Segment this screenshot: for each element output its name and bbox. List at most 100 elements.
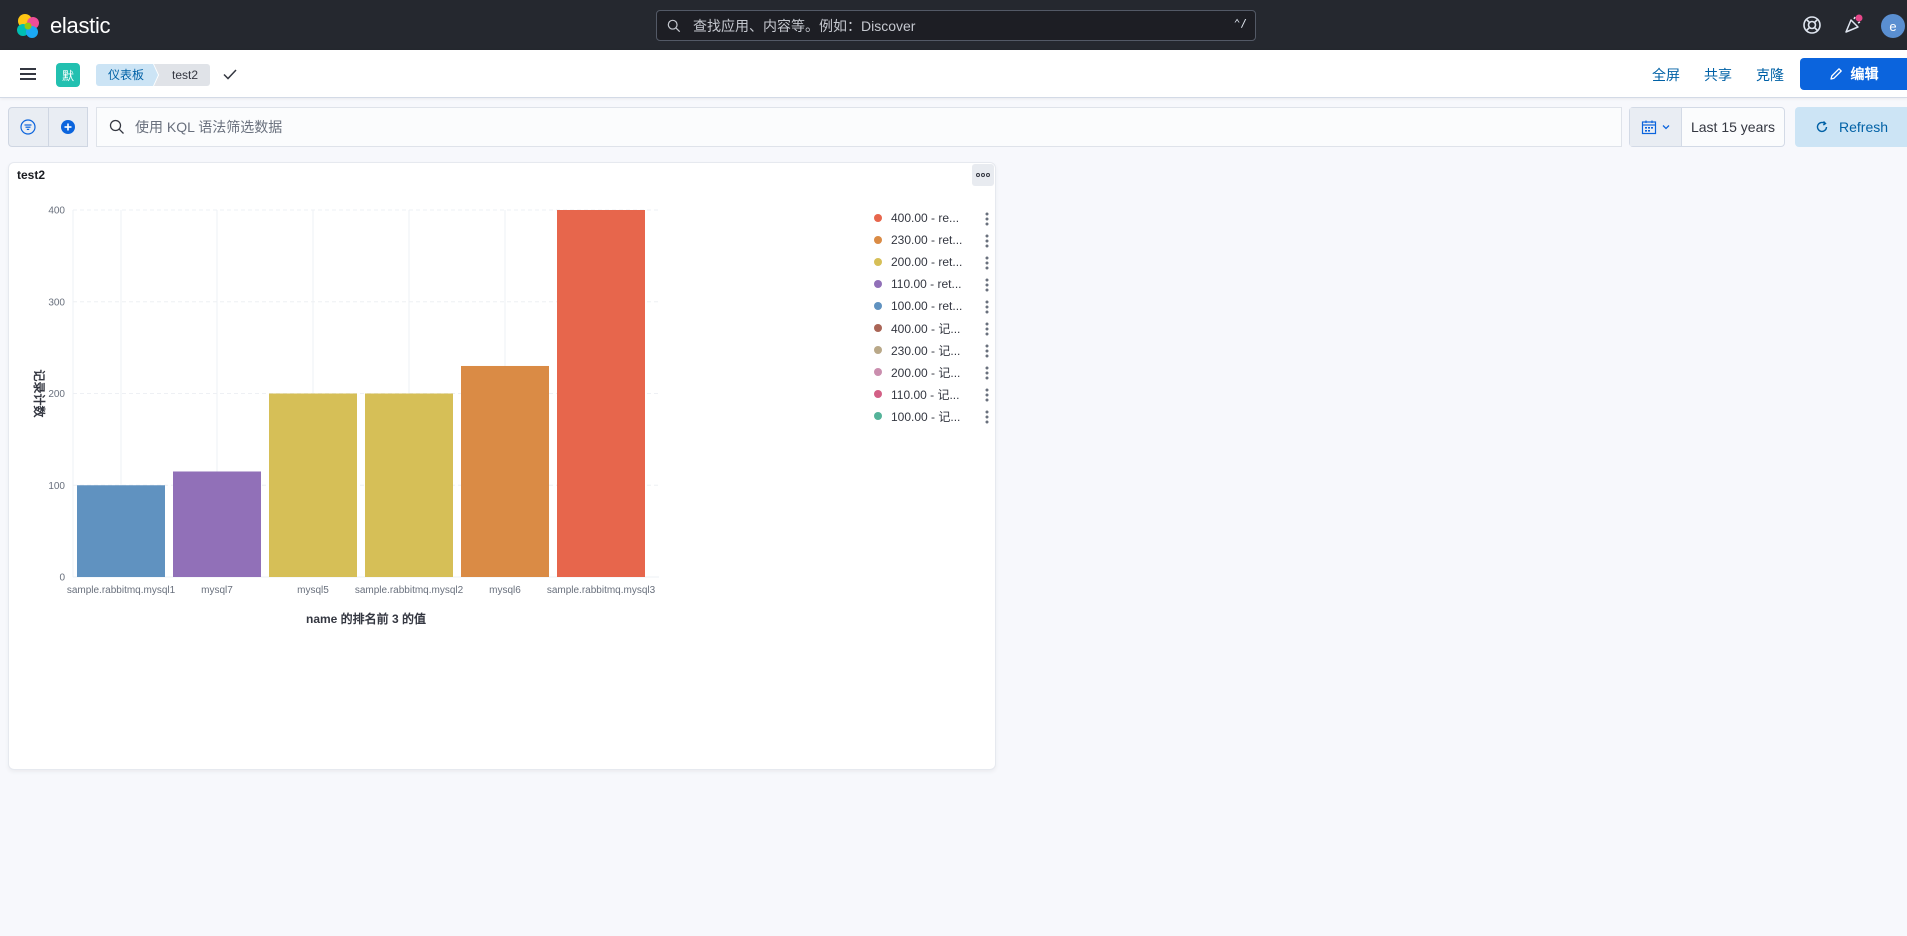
legend-actions-icon[interactable] bbox=[984, 300, 990, 314]
time-range-display[interactable]: Last 15 years bbox=[1682, 108, 1784, 146]
quick-menu-button[interactable] bbox=[1630, 108, 1682, 146]
x-tick-label: sample.rabbitmq.mysql2 bbox=[355, 585, 464, 596]
more-options-icon bbox=[976, 173, 990, 177]
menu-icon[interactable] bbox=[18, 64, 38, 84]
legend-actions-icon[interactable] bbox=[984, 212, 990, 226]
legend-actions-icon[interactable] bbox=[984, 410, 990, 424]
saved-check-icon bbox=[223, 69, 237, 80]
legend-item[interactable]: 110.00 - 记... bbox=[864, 383, 994, 405]
fullscreen-button[interactable]: 全屏 bbox=[1652, 65, 1680, 85]
legend-item[interactable]: 200.00 - ret... bbox=[864, 251, 994, 273]
x-tick-label: mysql7 bbox=[201, 585, 233, 596]
breadcrumb-current: test2 bbox=[154, 64, 211, 86]
space-selector[interactable]: 默 bbox=[56, 63, 80, 87]
search-icon bbox=[667, 19, 681, 32]
legend-label: 200.00 - ret... bbox=[891, 255, 963, 269]
legend-color-swatch bbox=[874, 390, 882, 398]
legend-label: 400.00 - re... bbox=[891, 211, 960, 225]
calendar-icon bbox=[1641, 120, 1656, 135]
refresh-button-label: Refresh bbox=[1839, 119, 1889, 135]
bar bbox=[77, 485, 165, 577]
bar bbox=[557, 210, 645, 577]
legend-color-swatch bbox=[874, 236, 882, 244]
legend-actions-icon[interactable] bbox=[984, 322, 990, 336]
y-tick-label: 200 bbox=[48, 389, 65, 400]
legend-color-swatch bbox=[874, 346, 882, 354]
legend-actions-icon[interactable] bbox=[984, 256, 990, 270]
global-search-input[interactable]: 查找应用、内容等。例如：Discover ⌃/ bbox=[656, 10, 1256, 41]
y-tick-label: 0 bbox=[59, 573, 65, 584]
legend-item[interactable]: 400.00 - 记... bbox=[864, 317, 994, 339]
legend-item[interactable]: 100.00 - ret... bbox=[864, 295, 994, 317]
refresh-icon bbox=[1816, 121, 1828, 133]
brand-name: elastic bbox=[50, 13, 111, 38]
y-tick-label: 400 bbox=[48, 206, 65, 217]
bar-chart: 0 100 200 300 400 sample.rabbitmq.mysql1 mysql… bbox=[32, 206, 659, 626]
share-button[interactable]: 共享 bbox=[1704, 65, 1732, 85]
chart-legend: 400.00 - re... 230.00 - ret... 200.00 - re… bbox=[864, 207, 994, 427]
legend-actions-icon[interactable] bbox=[984, 234, 990, 248]
x-axis-title: name 的排名前 3 的值 bbox=[306, 611, 426, 626]
legend-color-swatch bbox=[874, 258, 882, 266]
news-feed-icon[interactable] bbox=[1842, 14, 1864, 36]
breadcrumb-dashboards[interactable]: 仪表板 bbox=[96, 64, 159, 86]
query-bar: Last 15 years Refresh bbox=[0, 98, 1907, 158]
legend-actions-icon[interactable] bbox=[984, 278, 990, 292]
legend-actions-icon[interactable] bbox=[984, 344, 990, 358]
filter-icon bbox=[20, 119, 37, 135]
legend-label: 110.00 - ret... bbox=[891, 277, 962, 291]
legend-item[interactable]: 200.00 - 记... bbox=[864, 361, 994, 383]
bar bbox=[365, 393, 453, 577]
x-tick-label: mysql6 bbox=[489, 585, 521, 596]
legend-item[interactable]: 400.00 - re... bbox=[864, 207, 994, 229]
legend-item[interactable]: 110.00 - ret... bbox=[864, 273, 994, 295]
kql-search-field[interactable] bbox=[96, 107, 1622, 147]
legend-actions-icon[interactable] bbox=[984, 366, 990, 380]
elastic-logo[interactable]: elastic bbox=[14, 12, 111, 40]
legend-item[interactable]: 100.00 - 记... bbox=[864, 405, 994, 427]
kql-search-input[interactable] bbox=[135, 119, 1535, 135]
dashboard-toolbar: 默 仪表板 test2 全屏 共享 克隆 编辑 bbox=[0, 50, 1907, 98]
plus-circle-icon bbox=[60, 120, 75, 134]
legend-color-swatch bbox=[874, 214, 882, 222]
filter-menu-button[interactable] bbox=[9, 108, 48, 146]
elastic-logo-icon bbox=[17, 14, 39, 38]
legend-color-swatch bbox=[874, 368, 882, 376]
bar bbox=[173, 471, 261, 577]
bar bbox=[269, 393, 357, 577]
date-picker: Last 15 years bbox=[1629, 107, 1785, 147]
panel-options-button[interactable] bbox=[972, 164, 994, 186]
pencil-icon bbox=[1829, 68, 1842, 80]
edit-button[interactable]: 编辑 bbox=[1800, 58, 1907, 90]
legend-color-swatch bbox=[874, 302, 882, 310]
x-tick-label: sample.rabbitmq.mysql3 bbox=[547, 585, 656, 596]
filter-controls bbox=[8, 107, 88, 147]
y-tick-label: 300 bbox=[48, 297, 65, 308]
top-header: elastic 查找应用、内容等。例如：Discover ⌃/ e bbox=[0, 0, 1907, 50]
visualization-panel: test2 0 100 200 300 400 sample.rabbitmq.mysql… bbox=[8, 162, 996, 770]
legend-item[interactable]: 230.00 - 记... bbox=[864, 339, 994, 361]
legend-label: 230.00 - 记... bbox=[891, 343, 961, 358]
add-filter-button[interactable] bbox=[47, 108, 87, 146]
bar bbox=[461, 365, 549, 577]
legend-label: 230.00 - ret... bbox=[891, 233, 963, 247]
dashboard-empty-area bbox=[0, 770, 1907, 936]
clone-button[interactable]: 克隆 bbox=[1756, 65, 1784, 85]
search-shortcut-hint: ⌃/ bbox=[1233, 17, 1247, 30]
legend-color-swatch bbox=[874, 280, 882, 288]
legend-label: 100.00 - 记... bbox=[891, 409, 961, 424]
global-search-placeholder: 查找应用、内容等。例如：Discover bbox=[693, 17, 916, 34]
legend-label: 110.00 - 记... bbox=[891, 387, 960, 402]
chevron-down-icon bbox=[1662, 125, 1669, 130]
legend-item[interactable]: 230.00 - ret... bbox=[864, 229, 994, 251]
y-tick-label: 100 bbox=[48, 481, 65, 492]
legend-actions-icon[interactable] bbox=[984, 388, 990, 402]
legend-label: 100.00 - ret... bbox=[891, 299, 963, 313]
user-avatar[interactable]: e bbox=[1881, 14, 1905, 38]
refresh-button[interactable]: Refresh bbox=[1795, 107, 1907, 147]
edit-button-label: 编辑 bbox=[1850, 66, 1879, 82]
legend-color-swatch bbox=[874, 324, 882, 332]
help-icon[interactable] bbox=[1801, 14, 1823, 36]
x-tick-label: sample.rabbitmq.mysql1 bbox=[67, 585, 176, 596]
legend-label: 200.00 - 记... bbox=[891, 365, 961, 380]
